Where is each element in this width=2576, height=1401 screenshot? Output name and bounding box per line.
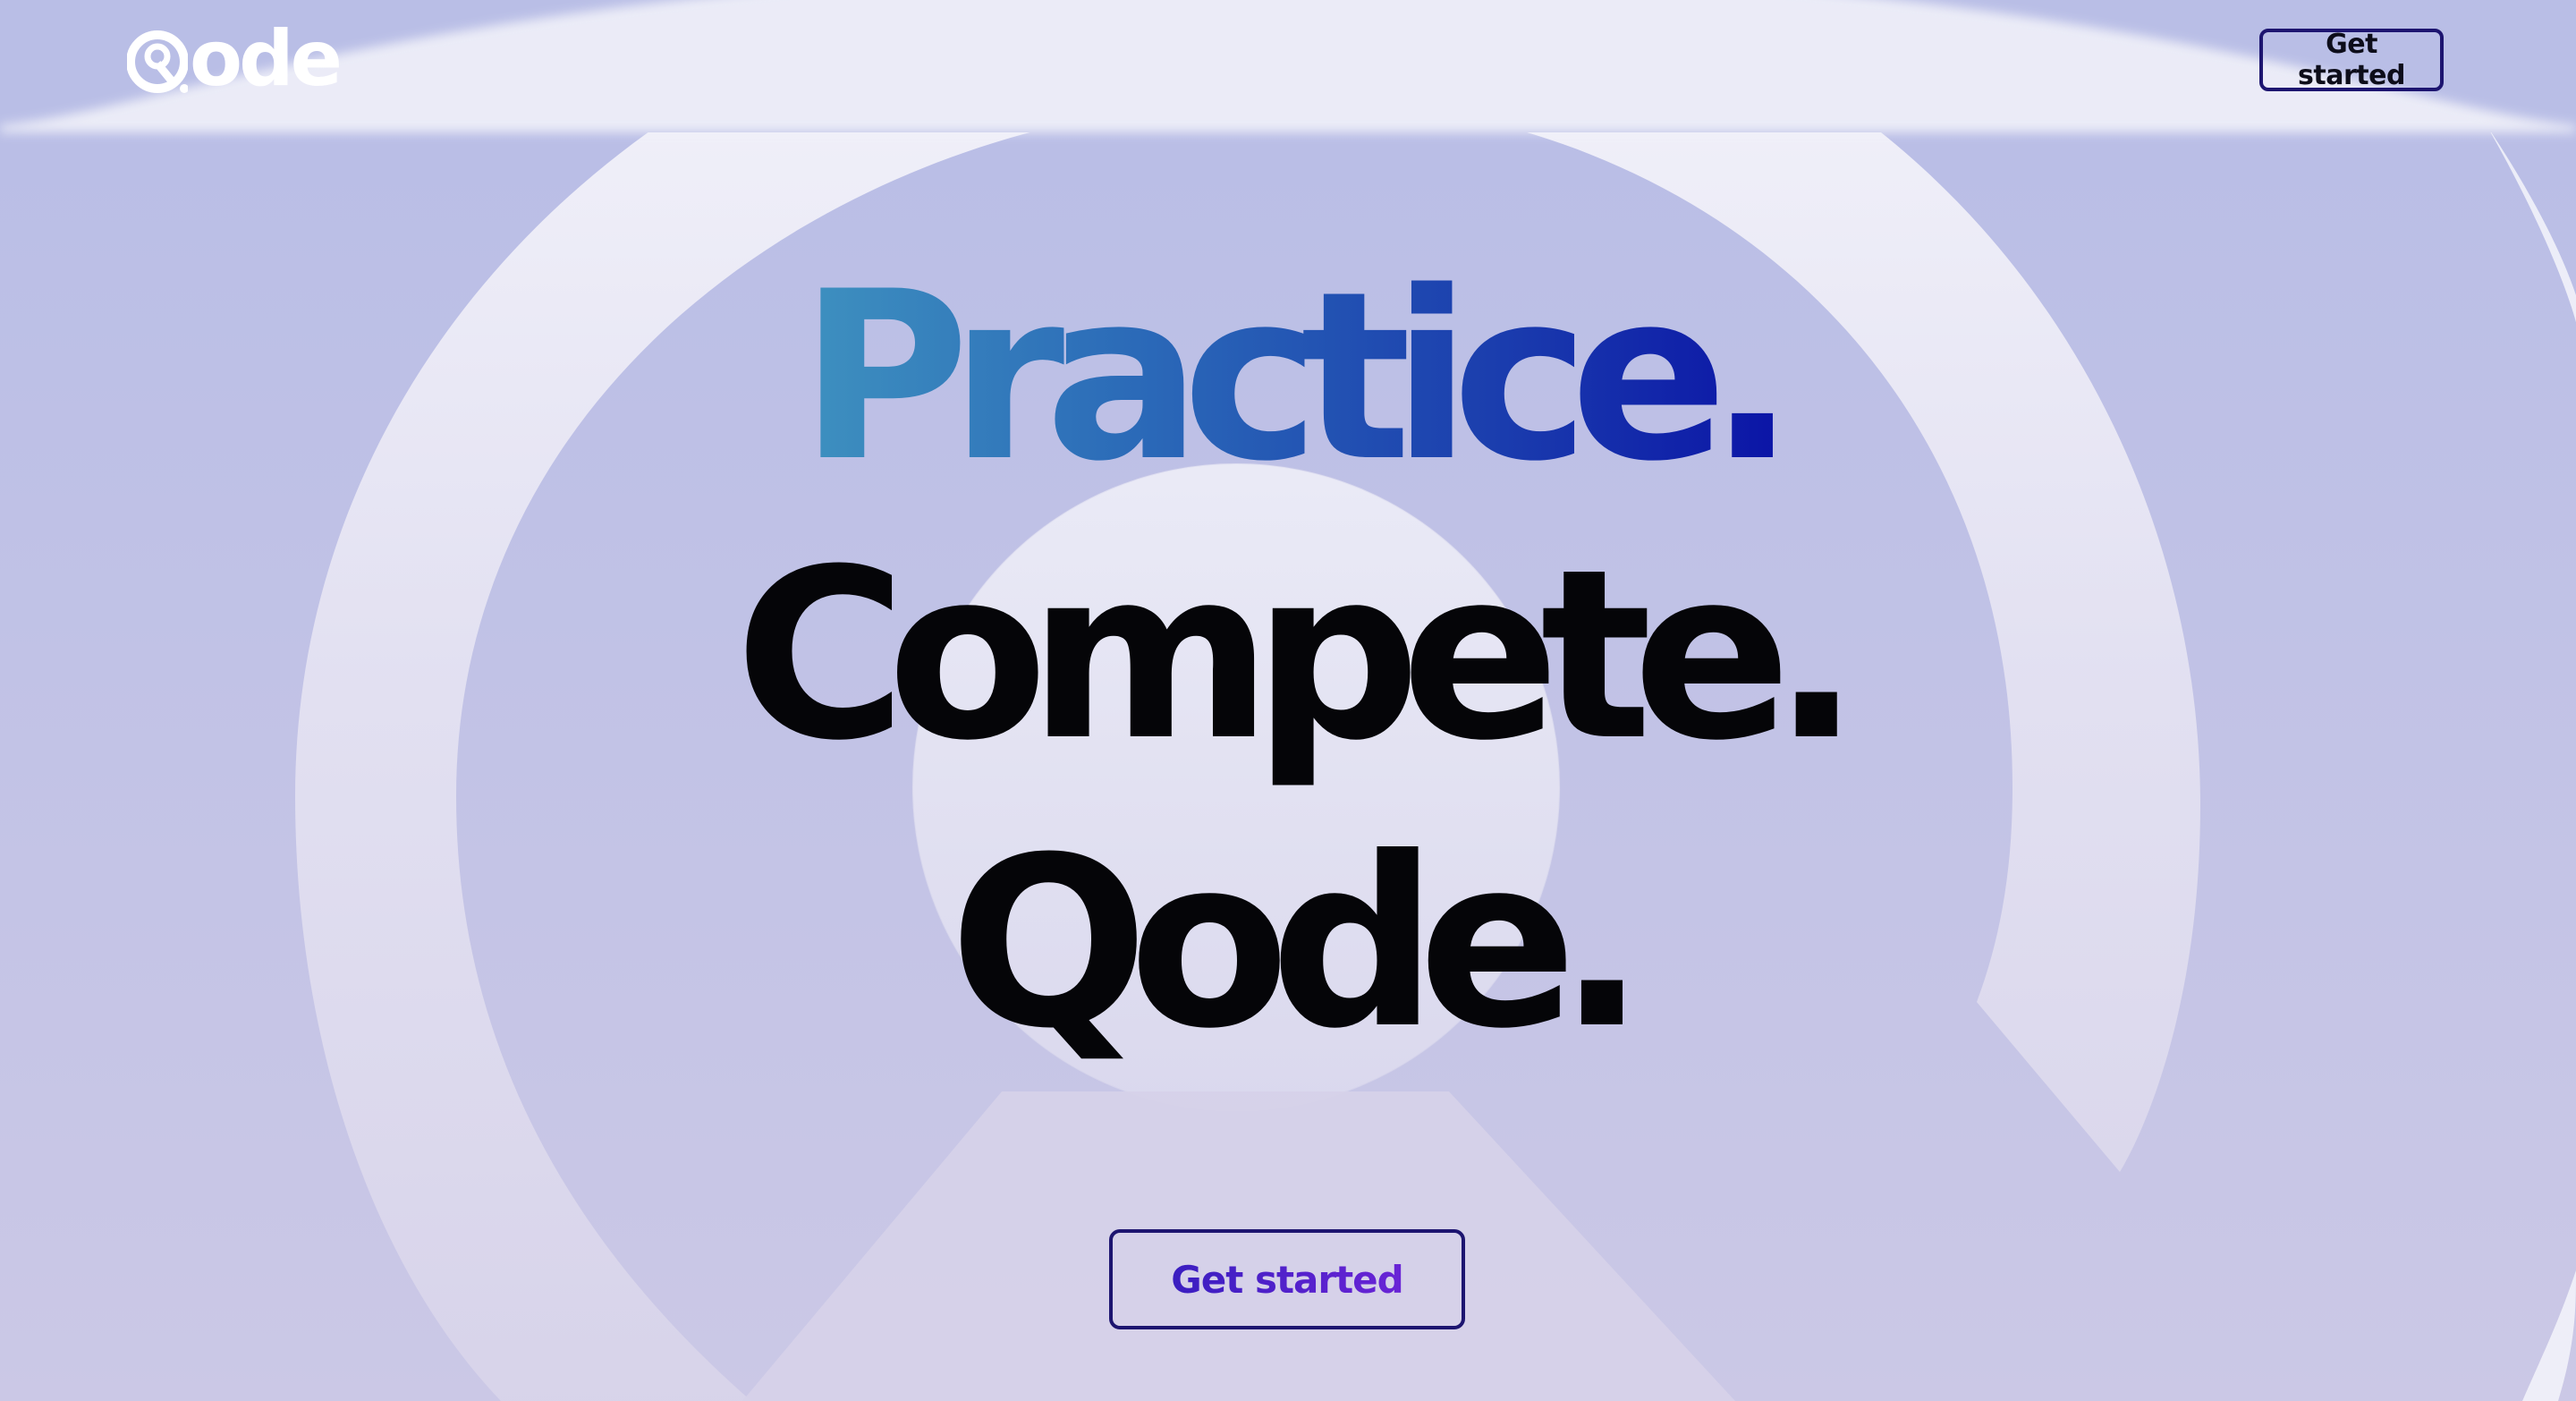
top-navigation: ode Get started — [0, 0, 2576, 132]
brand-logo-text: ode — [190, 14, 343, 104]
brand-logo[interactable]: ode — [127, 14, 343, 104]
hero-headline-practice: Practice. — [782, 261, 1797, 494]
header-get-started-button[interactable]: Get started — [2259, 29, 2444, 91]
q-logo-icon — [127, 30, 188, 93]
hero-get-started-button[interactable]: Get started — [1109, 1229, 1465, 1329]
hero-headline-compete: Compete. — [734, 519, 1861, 792]
hero-headline-qode: Qode. — [949, 807, 1647, 1080]
hero-get-started-label: Get started — [1171, 1257, 1403, 1302]
hero-section: Practice. Compete. Qode. Get started — [0, 0, 2576, 1401]
